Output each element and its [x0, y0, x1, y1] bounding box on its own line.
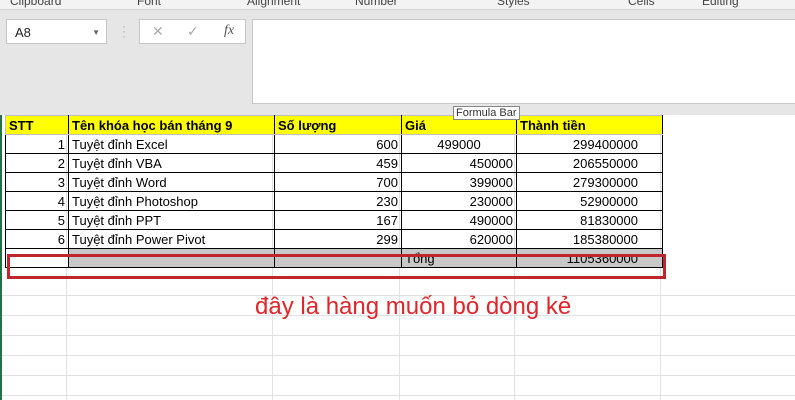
- ribbon-group-alignment[interactable]: Alignment: [247, 0, 300, 8]
- tooltip: Formula Bar: [453, 106, 520, 120]
- table-row: 6 Tuyệt đỉnh Power Pivot 299 620000 18538000…: [5, 229, 663, 249]
- table-row: 1 Tuyệt đỉnh Excel 600 499000 299400000: [5, 134, 663, 154]
- ribbon-group-editing[interactable]: Editing: [702, 0, 739, 8]
- cell-quantity[interactable]: 299: [274, 229, 402, 249]
- cancel-icon[interactable]: ✕: [152, 23, 164, 40]
- table-row: 5 Tuyệt đỉnh PPT 167 490000 81830000: [5, 210, 663, 230]
- cell-price[interactable]: 230000: [401, 191, 517, 211]
- table-row: 4 Tuyệt đỉnh Photoshop 230 230000 52900000: [5, 191, 663, 211]
- cell-amount[interactable]: 299400000: [516, 134, 663, 154]
- worksheet-grid[interactable]: STT Tên khóa học bán tháng 9 Số lượng Gi…: [0, 115, 795, 400]
- ribbon-group-styles[interactable]: Styles: [497, 0, 530, 8]
- formula-bar: A8 ▼ · · · ✕ ✓ fx: [0, 10, 795, 115]
- cell-stt[interactable]: 3: [5, 172, 69, 192]
- annotation-text: đây là hàng muốn bỏ dòng kẻ: [255, 293, 572, 320]
- cell-price[interactable]: 450000: [401, 153, 517, 173]
- enter-icon[interactable]: ✓: [187, 23, 199, 40]
- cell-amount[interactable]: 81830000: [516, 210, 663, 230]
- cell-course[interactable]: Tuyệt đỉnh Excel: [68, 134, 275, 154]
- cell-quantity[interactable]: 459: [274, 153, 402, 173]
- cell-price[interactable]: 490000: [401, 210, 517, 230]
- cell-quantity[interactable]: 700: [274, 172, 402, 192]
- header-amount[interactable]: Thành tiền: [516, 115, 663, 135]
- cell-course[interactable]: Tuyệt đỉnh Word: [68, 172, 275, 192]
- header-stt[interactable]: STT: [5, 115, 69, 135]
- cell-amount[interactable]: 185380000: [516, 229, 663, 249]
- cell-course[interactable]: Tuyệt đỉnh Power Pivot: [68, 229, 275, 249]
- cell-stt[interactable]: 4: [5, 191, 69, 211]
- highlight-box: [7, 254, 666, 279]
- cell-price[interactable]: 499000: [401, 134, 517, 154]
- cell-quantity[interactable]: 600: [274, 134, 402, 154]
- cell-price[interactable]: 620000: [401, 229, 517, 249]
- cell-stt[interactable]: 2: [5, 153, 69, 173]
- cell-amount[interactable]: 279300000: [516, 172, 663, 192]
- drag-handle[interactable]: · · ·: [122, 20, 126, 42]
- name-box[interactable]: A8 ▼: [6, 19, 107, 44]
- ribbon: Clipboard Font Alignment Number Styles C…: [0, 0, 795, 10]
- cell-course[interactable]: Tuyệt đỉnh Photoshop: [68, 191, 275, 211]
- header-course[interactable]: Tên khóa học bán tháng 9: [68, 115, 275, 135]
- header-quantity[interactable]: Số lượng: [274, 115, 402, 135]
- cell-course[interactable]: Tuyệt đỉnh VBA: [68, 153, 275, 173]
- data-table: STT Tên khóa học bán tháng 9 Số lượng Gi…: [5, 115, 663, 268]
- table-row: 3 Tuyệt đỉnh Word 700 399000 279300000: [5, 172, 663, 192]
- ribbon-group-number[interactable]: Number: [355, 0, 398, 8]
- cell-stt[interactable]: 6: [5, 229, 69, 249]
- cell-stt[interactable]: 5: [5, 210, 69, 230]
- cell-amount[interactable]: 52900000: [516, 191, 663, 211]
- header-row: STT Tên khóa học bán tháng 9 Số lượng Gi…: [5, 115, 663, 135]
- table-row: 2 Tuyệt đỉnh VBA 459 450000 206550000: [5, 153, 663, 173]
- ribbon-group-font[interactable]: Font: [137, 0, 161, 8]
- cell-stt[interactable]: 1: [5, 134, 69, 154]
- cell-amount[interactable]: 206550000: [516, 153, 663, 173]
- cell-price[interactable]: 399000: [401, 172, 517, 192]
- chevron-down-icon[interactable]: ▼: [92, 20, 100, 45]
- cell-quantity[interactable]: 167: [274, 210, 402, 230]
- cell-course[interactable]: Tuyệt đỉnh PPT: [68, 210, 275, 230]
- insert-function-icon[interactable]: fx: [224, 23, 234, 39]
- cell-quantity[interactable]: 230: [274, 191, 402, 211]
- ribbon-group-cells[interactable]: Cells: [628, 0, 655, 8]
- formula-input[interactable]: [252, 19, 795, 104]
- name-box-value: A8: [15, 25, 31, 40]
- ribbon-group-clipboard[interactable]: Clipboard: [10, 0, 61, 8]
- formula-buttons: ✕ ✓ fx: [139, 19, 246, 44]
